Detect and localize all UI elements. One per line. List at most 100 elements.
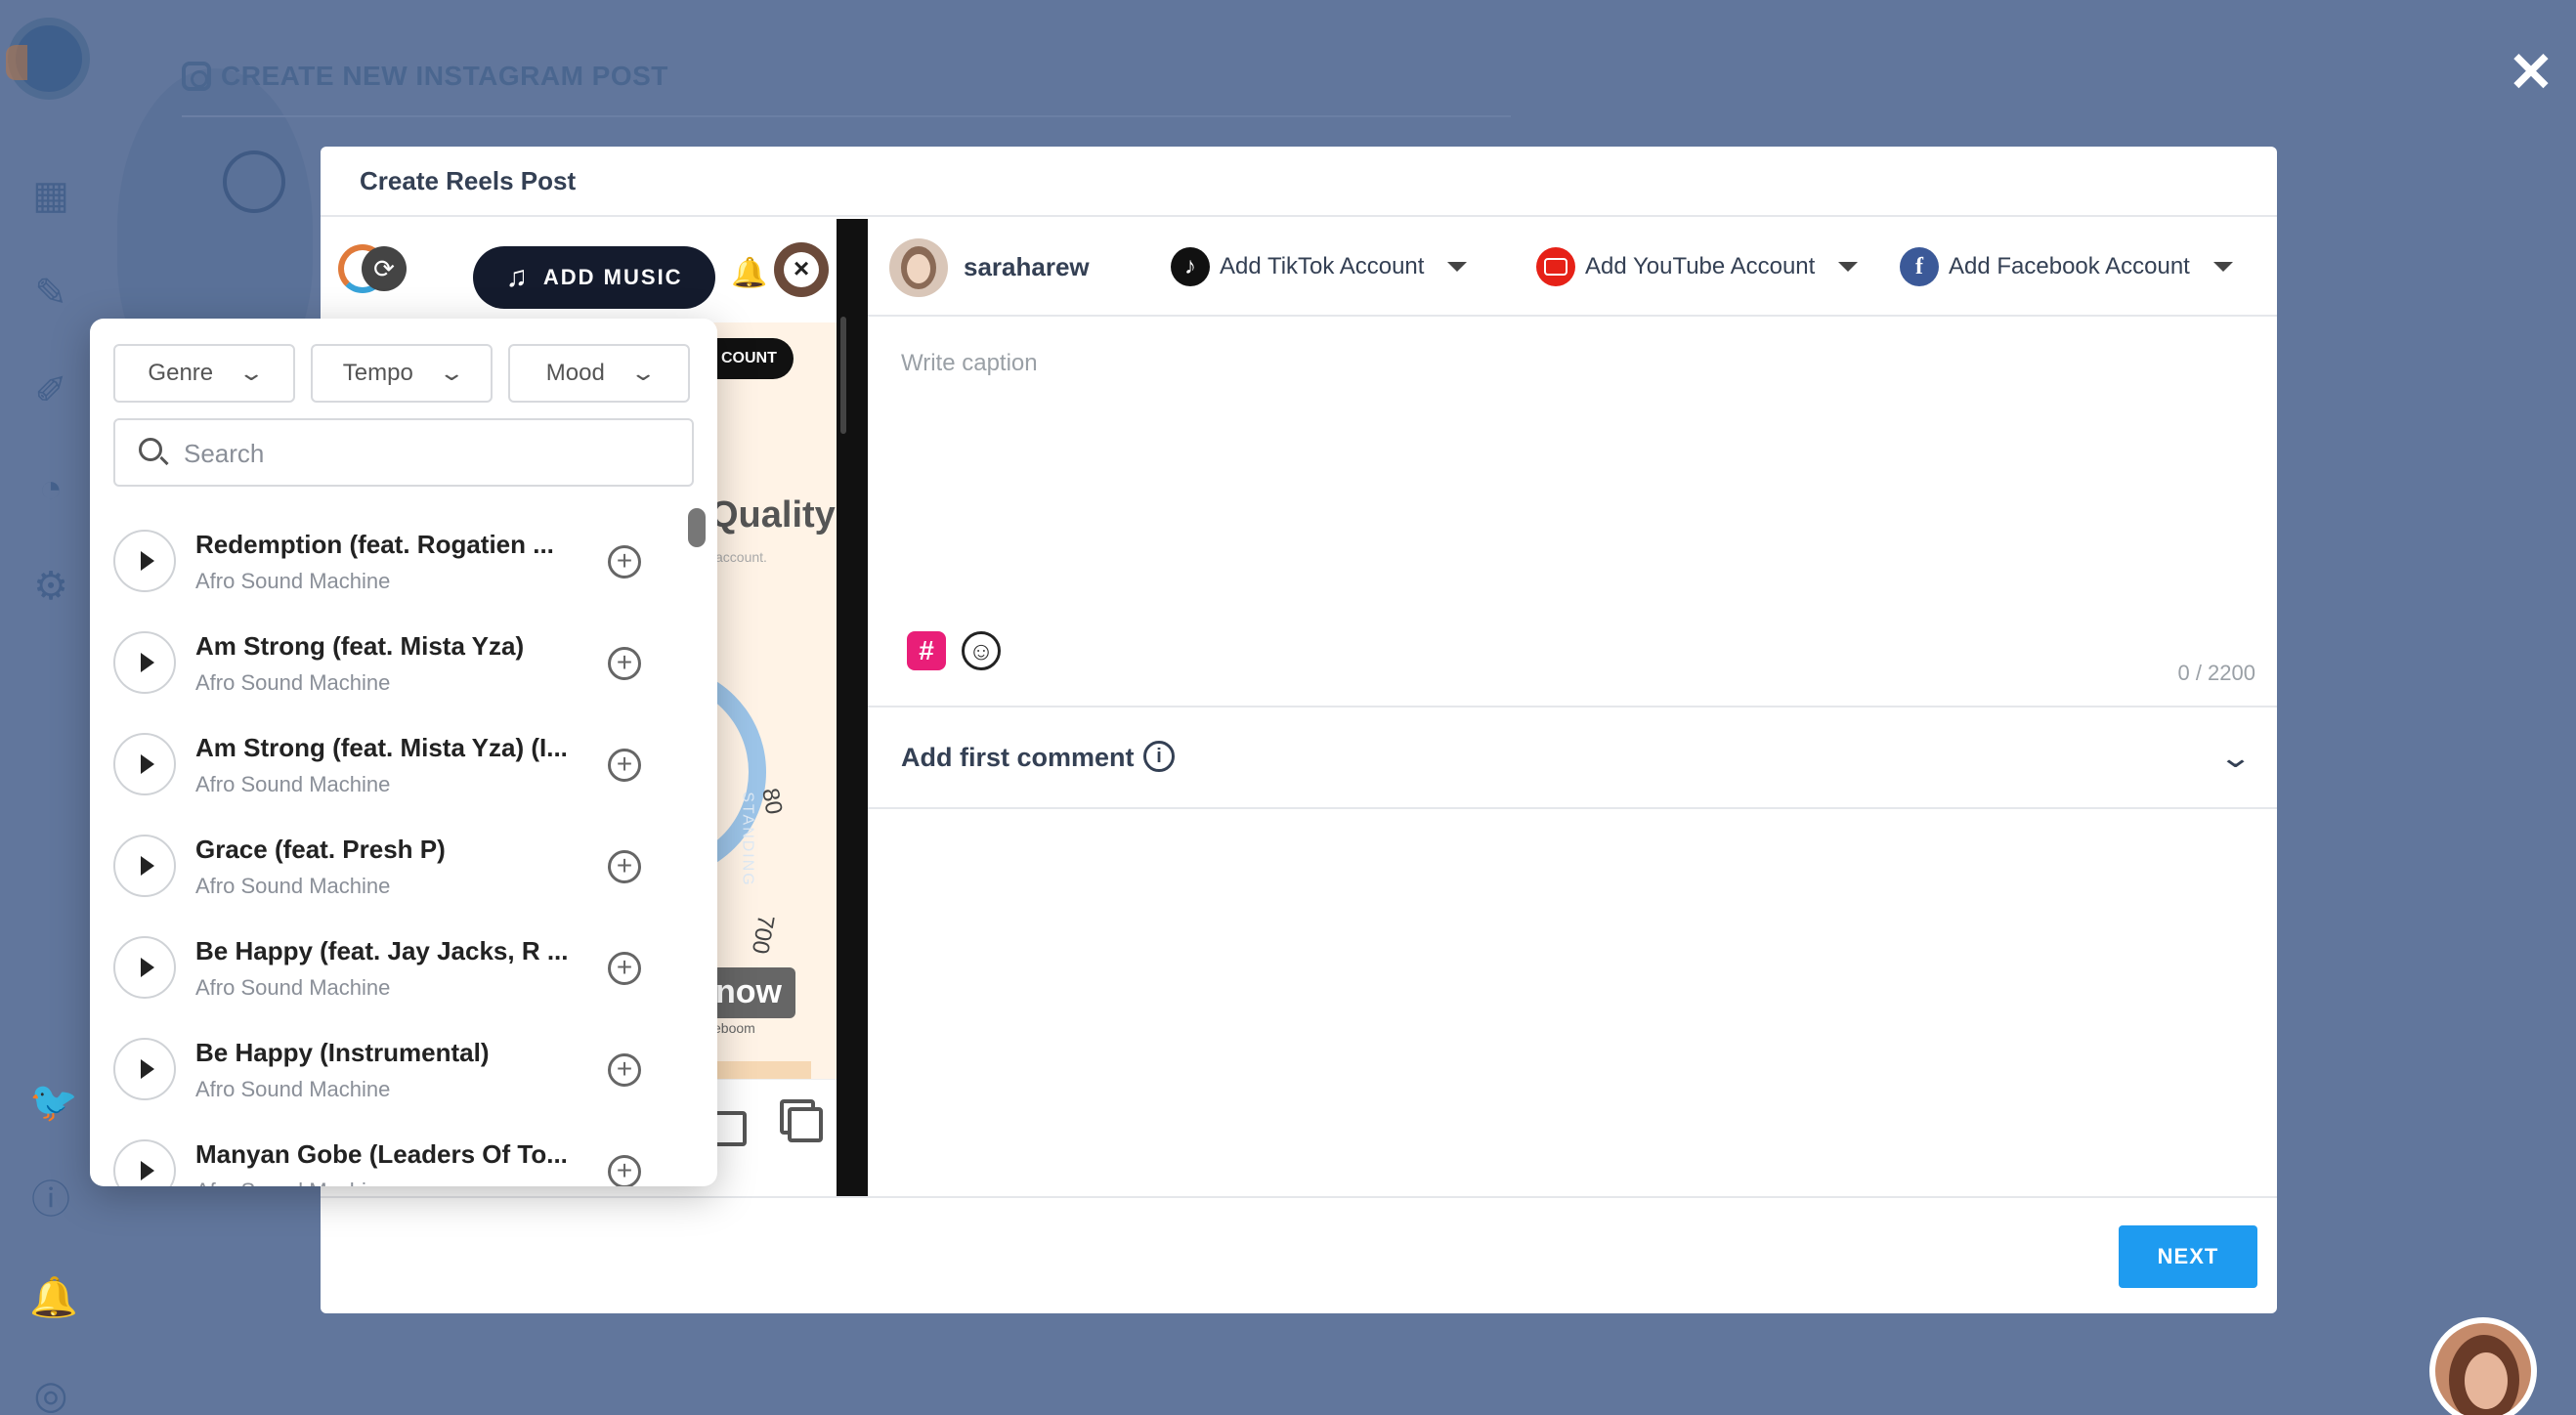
add-track-icon[interactable]: + [608,1053,641,1087]
play-icon[interactable] [113,530,176,592]
facebook-account-dropdown[interactable]: f Add Facebook Account [1900,244,2233,289]
search-icon [139,438,162,461]
track-title: Am Strong (feat. Mista Yza) [195,631,525,661]
post-editor: saraharew ♪ Add TikTok Account Add YouTu… [868,219,2277,1196]
info-icon: ⓘ [31,1179,70,1222]
hashtag-icon[interactable]: # [907,631,946,670]
close-icon[interactable]: ✕ [2506,45,2556,100]
preview-topbar: ⟳ ♫ ADD MUSIC 🔔 × [321,219,837,322]
track-item: Am Strong (feat. Mista Yza) Afro Sound M… [113,616,680,717]
caret-down-icon [1838,262,1859,272]
chevron-down-icon: ⌄ [438,361,465,385]
play-icon[interactable] [113,733,176,795]
preview-scrollbar[interactable] [840,317,846,434]
first-comment-section[interactable]: Add first comment i ⌄ [868,708,2277,809]
settings-icon: ⚙ [33,565,68,608]
close-preview-icon[interactable]: × [784,252,819,287]
add-track-icon[interactable]: + [608,545,641,579]
add-track-icon[interactable]: + [608,952,641,985]
preview-gauge-80: 80 [756,786,788,817]
genre-filter-label: Genre [148,360,214,386]
chevron-down-icon[interactable]: ⌄ [2218,741,2253,775]
track-title: Be Happy (feat. Jay Jacks, R ... [195,936,569,965]
preview-quality-text: Quality [709,494,836,536]
add-music-label: ADD MUSIC [542,265,683,289]
dashboard-icon: ▦ [32,174,69,217]
preview-avatar[interactable]: × [774,242,829,297]
background-circle [223,150,285,213]
tiktok-account-label: Add TikTok Account [1220,253,1425,279]
genre-filter[interactable]: Genre ⌄ [113,344,295,403]
track-item: Redemption (feat. Rogatien ... Afro Soun… [113,514,680,616]
track-title: Am Strong (feat. Mista Yza) (I... [195,733,568,762]
edit-icon: ✐ [34,369,67,412]
track-title: Manyan Gobe (Leaders Of To... [195,1139,568,1169]
tiktok-icon: ♪ [1171,247,1210,286]
chevron-down-icon: ⌄ [237,361,266,385]
preview-sub-text: account. [715,549,767,565]
play-icon[interactable] [113,631,176,694]
add-track-icon[interactable]: + [608,647,641,680]
track-item: Am Strong (feat. Mista Yza) (I... Afro S… [113,717,680,819]
add-track-icon[interactable]: + [608,749,641,782]
music-search-input[interactable] [184,432,672,475]
instagram-username: saraharew [964,252,1090,281]
tempo-filter-label: Tempo [342,360,413,386]
add-music-button[interactable]: ♫ ADD MUSIC [473,246,715,309]
music-note-icon: ♫ [505,261,530,293]
tempo-filter[interactable]: Tempo ⌄ [311,344,493,403]
track-artist: Afro Sound Machine [195,569,391,593]
accounts-row: saraharew ♪ Add TikTok Account Add YouTu… [868,219,2277,317]
twitter-icon: 🐦 [29,1081,78,1124]
play-icon[interactable] [113,936,176,999]
refresh-icon[interactable]: ⟳ [362,246,407,291]
music-filters: Genre ⌄ Tempo ⌄ Mood ⌄ [113,344,690,403]
preview-boom-text: eboom [713,1020,755,1036]
play-icon[interactable] [113,1038,176,1100]
mood-filter[interactable]: Mood ⌄ [508,344,690,403]
track-list-scrollbar[interactable] [688,508,706,547]
track-artist: Afro Sound Machine [195,670,391,695]
modal-title: Create Reels Post [360,165,577,195]
track-item: Be Happy (feat. Jay Jacks, R ... Afro So… [113,921,680,1022]
page-title: CREATE NEW INSTAGRAM POST [182,61,668,92]
youtube-account-dropdown[interactable]: Add YouTube Account [1536,244,1859,289]
app-logo [6,18,90,100]
first-comment-label: Add first comment [901,743,1135,772]
mood-filter-label: Mood [545,360,605,386]
track-artist: Afro Sound Machine [195,772,391,796]
instagram-avatar [889,238,948,297]
copy-icon[interactable] [788,1107,823,1142]
youtube-icon [1536,247,1575,286]
caption-area: # ☺ 0 / 2200 [868,317,2277,708]
instagram-icon [182,62,211,91]
next-button[interactable]: NEXT [2119,1225,2257,1288]
support-chat-avatar[interactable] [2429,1317,2537,1415]
track-list: Redemption (feat. Rogatien ... Afro Soun… [113,514,680,1186]
emoji-icon[interactable]: ☺ [962,631,1001,670]
bell-icon: 🔔 [29,1276,78,1319]
compose-icon: ✎ [34,272,67,315]
preview-logo: ⟳ [338,240,407,299]
preview-bell-icon: 🔔 [731,257,768,289]
add-track-icon[interactable]: + [608,850,641,883]
track-item: Grace (feat. Presh P) Afro Sound Machine… [113,819,680,921]
preview-pill: COUNT [708,338,794,379]
caret-down-icon [2212,262,2233,272]
tiktok-account-dropdown[interactable]: ♪ Add TikTok Account [1171,244,1468,289]
track-item: Be Happy (Instrumental) Afro Sound Machi… [113,1022,680,1124]
preview-now-button: now [708,967,795,1018]
modal-header: Create Reels Post [321,147,2277,217]
play-icon[interactable] [113,835,176,897]
add-track-icon[interactable]: + [608,1155,641,1186]
track-title: Redemption (feat. Rogatien ... [195,530,554,559]
facebook-icon: f [1900,247,1939,286]
track-artist: Afro Sound Machine [195,975,391,1000]
info-icon[interactable]: i [1143,741,1175,772]
caret-down-icon [1447,262,1468,272]
analytics-icon: ◔ [38,467,64,510]
play-icon[interactable] [113,1139,176,1186]
page-title-text: CREATE NEW INSTAGRAM POST [221,61,668,91]
caption-input[interactable] [901,350,2230,565]
preview-standing-text: STANDING [739,792,756,887]
